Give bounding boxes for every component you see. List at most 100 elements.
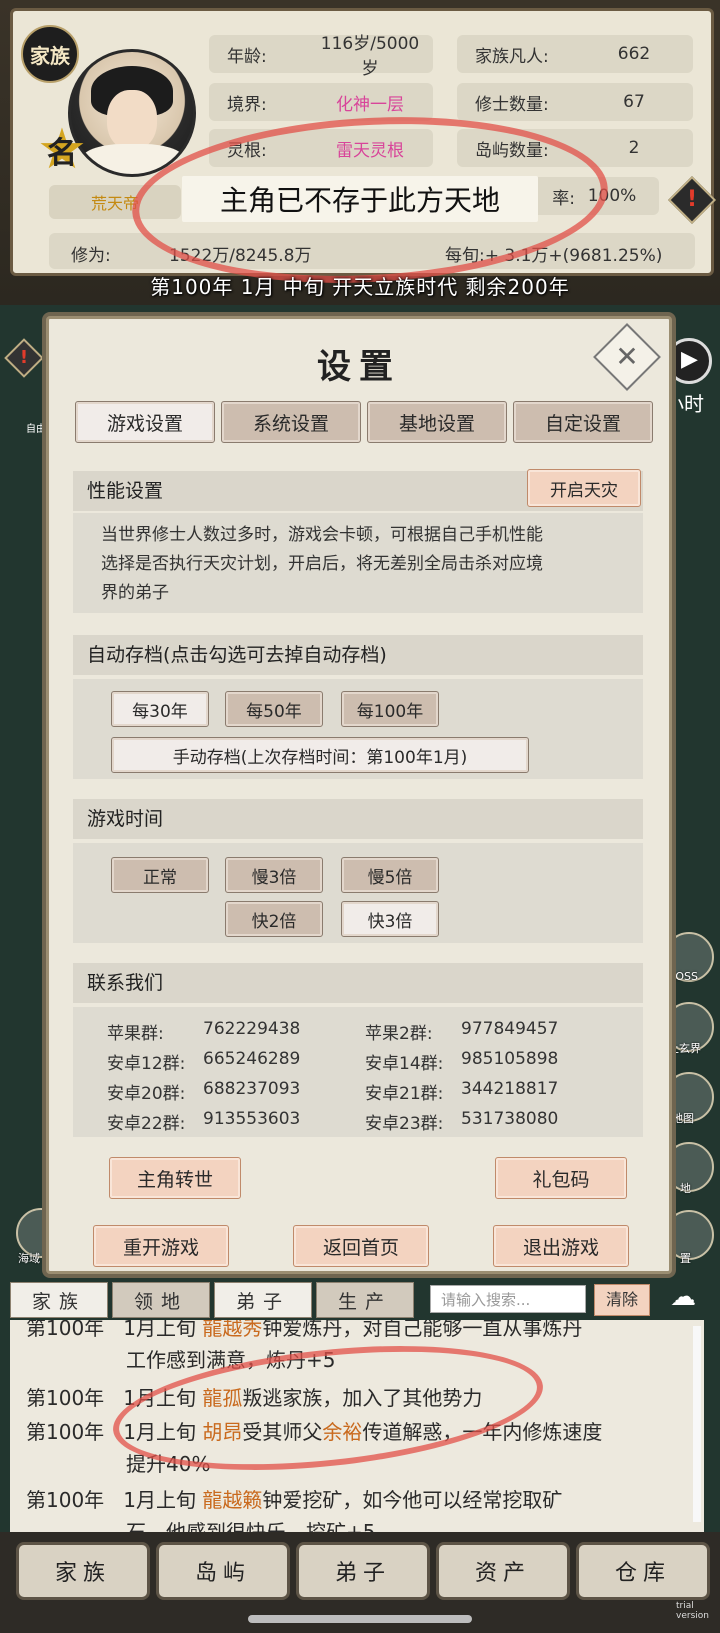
stat-value: 662: [617, 44, 651, 64]
stat-cultivators: 修士数量: 67: [457, 83, 693, 121]
stat-label: 家族凡人:: [475, 46, 549, 67]
stat-label: 境界:: [227, 94, 267, 115]
dialog-title: 设置: [317, 347, 401, 387]
settings-dialog: 设置 ✕ 游戏设置 系统设置 基地设置 自定设置 性能设置 开启天灾 当世界修士…: [46, 316, 672, 1274]
cultivation-label: 修为:: [71, 246, 111, 266]
nav-assets[interactable]: 资产: [436, 1542, 570, 1600]
log-text: 钟爱炼丹，对自己能够一直从事炼丹: [262, 1320, 583, 1340]
name-badge: 名: [47, 136, 77, 171]
tab-game-settings[interactable]: 游戏设置: [75, 401, 215, 443]
contact-group: 安卓12群: 665246289: [107, 1049, 300, 1074]
stat-label: 修士数量:: [475, 94, 549, 115]
group-id: 913553603: [203, 1109, 301, 1129]
autosave-heading: 自动存档(点击勾选可去掉自动存档): [73, 635, 643, 675]
autosave-100-button[interactable]: 每100年: [341, 691, 439, 727]
nav-islands[interactable]: 岛屿: [156, 1542, 290, 1600]
gift-code-button[interactable]: 礼包码: [495, 1157, 627, 1199]
manual-save-button[interactable]: 手动存档(上次存档时间：第100年1月): [111, 737, 529, 773]
group-name: 安卓21群:: [365, 1084, 444, 1104]
contact-group: 安卓14群: 985105898: [365, 1049, 558, 1074]
stat-realm: 境界: 化神一层: [209, 83, 433, 121]
group-id: 977849457: [461, 1019, 559, 1039]
boss-label: BOSS: [668, 970, 698, 983]
log-time: 1月上旬: [123, 1488, 196, 1512]
clear-button[interactable]: 清除: [594, 1284, 650, 1316]
cloud-icon[interactable]: ☁: [660, 1282, 706, 1312]
performance-description: 当世界修士人数过多时，游戏会卡顿，可根据自己手机性能 选择是否执行天灾计划，开启…: [73, 513, 643, 613]
nav-disciples[interactable]: 弟子: [296, 1542, 430, 1600]
clan-badge[interactable]: 家族: [21, 25, 79, 83]
side-label-free: 自由: [26, 424, 46, 435]
contact-group: 苹果2群: 977849457: [365, 1019, 558, 1044]
realm-label: 上玄界: [668, 1042, 701, 1055]
stat-age: 年龄: 116岁/5000岁: [209, 34, 433, 79]
gear-label: 置: [680, 1252, 691, 1265]
log-name: 龍越秀: [202, 1320, 263, 1340]
trial-watermark: trial version: [676, 1601, 709, 1621]
contact-group: 安卓22群: 913553603: [107, 1109, 300, 1134]
nav-warehouse[interactable]: 仓库: [576, 1542, 710, 1600]
sea-label: 海域: [18, 1252, 40, 1265]
group-id: 985105898: [461, 1049, 559, 1069]
star-icon: ★ 名: [33, 121, 91, 179]
log-time: 1月上旬: [123, 1320, 196, 1340]
log-scrollbar[interactable]: [693, 1326, 701, 1522]
description-line: 选择是否执行天灾计划，开启后，将无差别全局击杀对应境: [101, 554, 543, 574]
close-icon: ✕: [615, 340, 639, 373]
description-line: 界的弟子: [101, 583, 169, 603]
autosave-30-button[interactable]: 每30年: [111, 691, 209, 727]
tab-disciples[interactable]: 弟子: [214, 1282, 312, 1318]
stat-mortals: 家族凡人: 662: [457, 35, 693, 73]
tab-base-settings[interactable]: 基地设置: [367, 401, 507, 443]
group-name: 安卓20群:: [107, 1084, 186, 1104]
alert-icon[interactable]: !: [667, 175, 717, 225]
stat-label: 年龄:: [227, 46, 267, 67]
restart-game-button[interactable]: 重开游戏: [93, 1225, 229, 1267]
game-time-heading: 游戏时间: [73, 799, 643, 839]
alert-icon[interactable]: !: [4, 338, 44, 378]
home-indicator[interactable]: [248, 1615, 472, 1623]
log-text: 钟爱挖矿，如今他可以经常挖取矿: [262, 1488, 563, 1512]
game-date: 第100年 1月 中旬 开天立族时代 剩余200年: [150, 275, 570, 299]
group-name: 安卓23群:: [365, 1114, 444, 1134]
play-icon[interactable]: ▶: [666, 338, 712, 384]
nav-family[interactable]: 家族: [16, 1542, 150, 1600]
log-year: 第100年: [26, 1320, 105, 1340]
tab-system-settings[interactable]: 系统设置: [221, 401, 361, 443]
log-year: 第100年: [26, 1420, 105, 1444]
contact-group: 安卓21群: 344218817: [365, 1079, 558, 1104]
tab-territory[interactable]: 领地: [112, 1282, 210, 1318]
exit-game-button[interactable]: 退出游戏: [493, 1225, 629, 1267]
log-entry: 第100年 1月上旬 龍越籁钟爱挖矿，如今他可以经常挖取矿: [26, 1484, 562, 1513]
reincarnate-button[interactable]: 主角转世: [109, 1157, 241, 1199]
map-label: 地图: [672, 1112, 694, 1125]
speed-normal-button[interactable]: 正常: [111, 857, 209, 893]
log-name: 龍越籁: [202, 1488, 263, 1512]
group-name: 苹果群:: [107, 1024, 164, 1044]
speed-fast2-button[interactable]: 快2倍: [225, 901, 323, 937]
group-name: 安卓22群:: [107, 1114, 186, 1134]
stat-value: 2: [628, 138, 640, 158]
group-id: 688237093: [203, 1079, 301, 1099]
autosave-50-button[interactable]: 每50年: [225, 691, 323, 727]
search-input[interactable]: 请输入搜索...: [430, 1285, 586, 1313]
contact-heading: 联系我们: [73, 963, 643, 1003]
description-line: 当世界修士人数过多时，游戏会卡顿，可根据自己手机性能: [101, 525, 543, 545]
speed-slow3-button[interactable]: 慢3倍: [225, 857, 323, 893]
stat-value: 化神一层: [336, 94, 404, 115]
tab-custom-settings[interactable]: 自定设置: [513, 401, 653, 443]
enable-calamity-button[interactable]: 开启天灾: [527, 469, 641, 507]
group-id: 344218817: [461, 1079, 559, 1099]
speed-slow5-button[interactable]: 慢5倍: [341, 857, 439, 893]
contact-group: 安卓20群: 688237093: [107, 1079, 300, 1104]
stat-value: 116岁/5000岁: [320, 34, 420, 79]
stat-value: 67: [623, 92, 645, 112]
land-label: 地: [680, 1182, 691, 1195]
log-year: 第100年: [26, 1386, 105, 1410]
speed-fast3-button[interactable]: 快3倍: [341, 901, 439, 937]
contact-group: 安卓23群: 531738080: [365, 1109, 558, 1134]
return-home-button[interactable]: 返回首页: [293, 1225, 429, 1267]
tab-family[interactable]: 家族: [10, 1282, 108, 1318]
group-name: 安卓12群:: [107, 1054, 186, 1074]
tab-production[interactable]: 生产: [316, 1282, 414, 1318]
